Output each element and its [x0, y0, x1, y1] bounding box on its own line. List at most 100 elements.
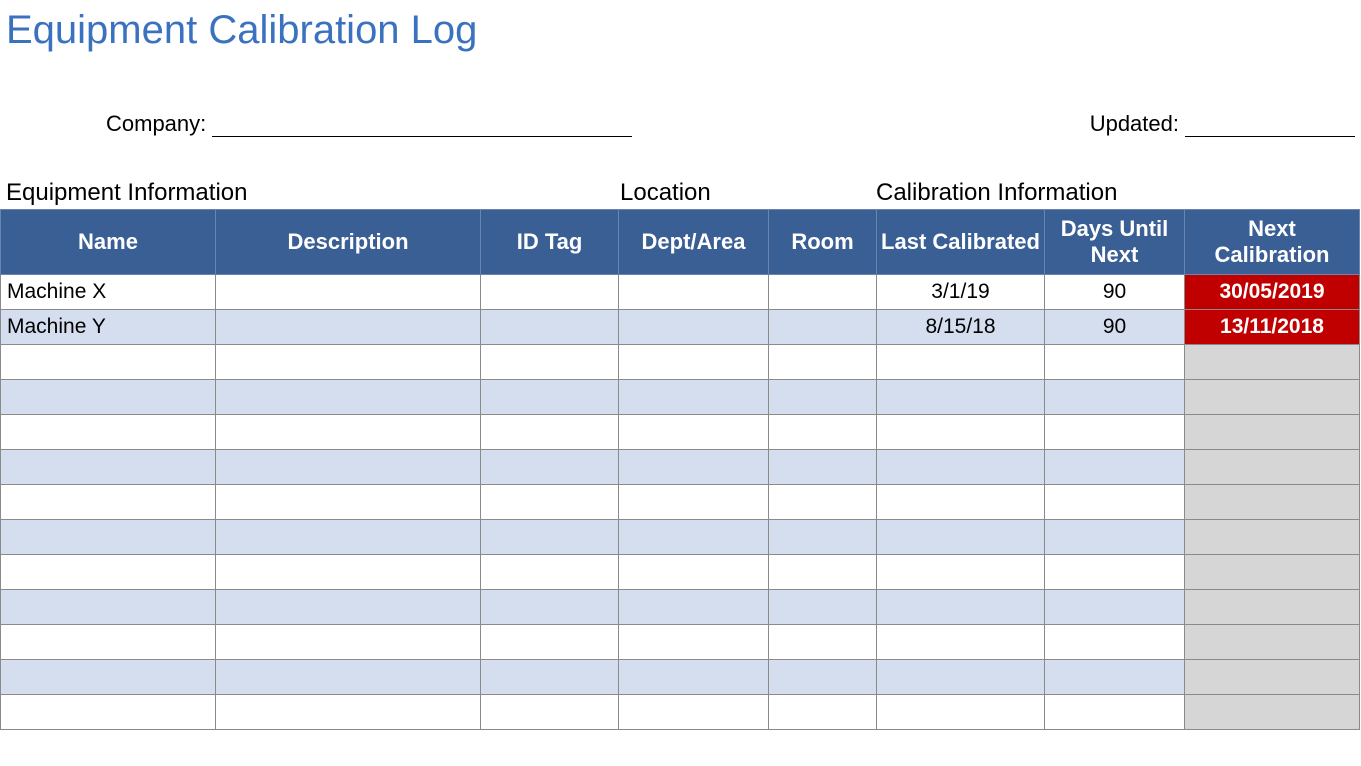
cell-name[interactable]: [1, 345, 216, 380]
cell-days-until-next[interactable]: [1045, 695, 1185, 730]
cell-days-until-next[interactable]: [1045, 345, 1185, 380]
cell-description[interactable]: [216, 450, 481, 485]
cell-dept-area[interactable]: [619, 555, 769, 590]
cell-description[interactable]: [216, 275, 481, 310]
updated-field[interactable]: [1185, 111, 1355, 137]
cell-id-tag[interactable]: [481, 380, 619, 415]
cell-description[interactable]: [216, 520, 481, 555]
cell-dept-area[interactable]: [619, 345, 769, 380]
cell-name[interactable]: [1, 555, 216, 590]
cell-days-until-next[interactable]: [1045, 660, 1185, 695]
cell-room[interactable]: [769, 590, 877, 625]
cell-id-tag[interactable]: [481, 415, 619, 450]
cell-room[interactable]: [769, 450, 877, 485]
cell-id-tag[interactable]: [481, 590, 619, 625]
cell-id-tag[interactable]: [481, 485, 619, 520]
cell-last-calibrated[interactable]: [877, 520, 1045, 555]
cell-last-calibrated[interactable]: [877, 415, 1045, 450]
cell-dept-area[interactable]: [619, 695, 769, 730]
cell-description[interactable]: [216, 345, 481, 380]
cell-description[interactable]: [216, 415, 481, 450]
cell-days-until-next[interactable]: 90: [1045, 310, 1185, 345]
cell-next-calibration[interactable]: [1185, 345, 1360, 380]
cell-next-calibration[interactable]: [1185, 415, 1360, 450]
cell-last-calibrated[interactable]: [877, 450, 1045, 485]
cell-name[interactable]: [1, 450, 216, 485]
cell-next-calibration[interactable]: [1185, 695, 1360, 730]
cell-next-calibration[interactable]: 13/11/2018: [1185, 310, 1360, 345]
cell-id-tag[interactable]: [481, 345, 619, 380]
cell-description[interactable]: [216, 625, 481, 660]
cell-last-calibrated[interactable]: [877, 625, 1045, 660]
cell-room[interactable]: [769, 660, 877, 695]
cell-days-until-next[interactable]: [1045, 520, 1185, 555]
cell-next-calibration[interactable]: [1185, 485, 1360, 520]
cell-id-tag[interactable]: [481, 310, 619, 345]
cell-room[interactable]: [769, 485, 877, 520]
cell-name[interactable]: [1, 695, 216, 730]
cell-days-until-next[interactable]: [1045, 415, 1185, 450]
cell-id-tag[interactable]: [481, 660, 619, 695]
cell-dept-area[interactable]: [619, 625, 769, 660]
cell-dept-area[interactable]: [619, 660, 769, 695]
cell-description[interactable]: [216, 310, 481, 345]
cell-name[interactable]: [1, 415, 216, 450]
cell-room[interactable]: [769, 380, 877, 415]
cell-id-tag[interactable]: [481, 450, 619, 485]
cell-id-tag[interactable]: [481, 695, 619, 730]
cell-next-calibration[interactable]: 30/05/2019: [1185, 275, 1360, 310]
cell-last-calibrated[interactable]: [877, 555, 1045, 590]
cell-dept-area[interactable]: [619, 520, 769, 555]
cell-description[interactable]: [216, 695, 481, 730]
cell-next-calibration[interactable]: [1185, 450, 1360, 485]
cell-dept-area[interactable]: [619, 450, 769, 485]
cell-id-tag[interactable]: [481, 555, 619, 590]
cell-dept-area[interactable]: [619, 590, 769, 625]
cell-days-until-next[interactable]: [1045, 590, 1185, 625]
cell-room[interactable]: [769, 345, 877, 380]
cell-name[interactable]: [1, 660, 216, 695]
cell-days-until-next[interactable]: [1045, 485, 1185, 520]
cell-last-calibrated[interactable]: 8/15/18: [877, 310, 1045, 345]
cell-days-until-next[interactable]: [1045, 450, 1185, 485]
cell-next-calibration[interactable]: [1185, 555, 1360, 590]
cell-dept-area[interactable]: [619, 380, 769, 415]
cell-next-calibration[interactable]: [1185, 660, 1360, 695]
cell-days-until-next[interactable]: [1045, 625, 1185, 660]
cell-room[interactable]: [769, 555, 877, 590]
cell-id-tag[interactable]: [481, 520, 619, 555]
cell-last-calibrated[interactable]: [877, 695, 1045, 730]
cell-description[interactable]: [216, 555, 481, 590]
cell-last-calibrated[interactable]: [877, 660, 1045, 695]
cell-room[interactable]: [769, 310, 877, 345]
cell-room[interactable]: [769, 695, 877, 730]
cell-last-calibrated[interactable]: [877, 485, 1045, 520]
cell-room[interactable]: [769, 415, 877, 450]
cell-id-tag[interactable]: [481, 275, 619, 310]
cell-description[interactable]: [216, 380, 481, 415]
cell-next-calibration[interactable]: [1185, 380, 1360, 415]
cell-room[interactable]: [769, 275, 877, 310]
cell-last-calibrated[interactable]: [877, 590, 1045, 625]
cell-next-calibration[interactable]: [1185, 590, 1360, 625]
cell-name[interactable]: [1, 625, 216, 660]
cell-name[interactable]: [1, 485, 216, 520]
cell-name[interactable]: [1, 380, 216, 415]
cell-name[interactable]: Machine Y: [1, 310, 216, 345]
cell-room[interactable]: [769, 625, 877, 660]
cell-dept-area[interactable]: [619, 485, 769, 520]
cell-name[interactable]: Machine X: [1, 275, 216, 310]
company-field[interactable]: [212, 111, 632, 137]
cell-room[interactable]: [769, 520, 877, 555]
cell-last-calibrated[interactable]: [877, 345, 1045, 380]
cell-dept-area[interactable]: [619, 275, 769, 310]
cell-description[interactable]: [216, 590, 481, 625]
cell-days-until-next[interactable]: [1045, 555, 1185, 590]
cell-name[interactable]: [1, 590, 216, 625]
cell-description[interactable]: [216, 485, 481, 520]
cell-name[interactable]: [1, 520, 216, 555]
cell-next-calibration[interactable]: [1185, 625, 1360, 660]
cell-id-tag[interactable]: [481, 625, 619, 660]
cell-days-until-next[interactable]: 90: [1045, 275, 1185, 310]
cell-days-until-next[interactable]: [1045, 380, 1185, 415]
